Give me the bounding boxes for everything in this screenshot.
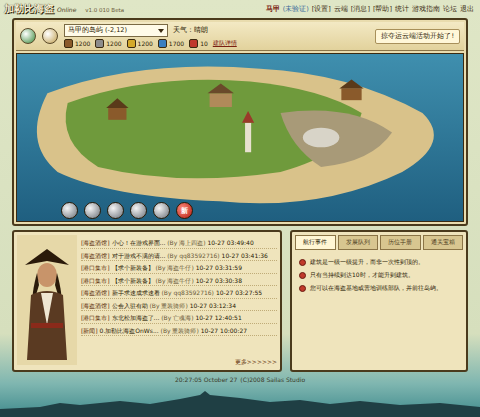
island-icon[interactable] bbox=[20, 28, 36, 44]
more-link[interactable]: 更多>>>>>> bbox=[81, 358, 277, 367]
logo-sub: Online bbox=[57, 6, 76, 13]
tip: 您可以在海盗基地或营地训练部队，并前往岛屿。 bbox=[299, 284, 459, 292]
tip-list: 建筑是一级一级提升，而非一次性到顶的。只有当持续到达10时，才能升到建筑。您可以… bbox=[295, 250, 463, 292]
version: v1.0 010 Beta bbox=[85, 7, 124, 13]
map-button[interactable]: 新 bbox=[176, 202, 193, 219]
toolbar: 马甲的岛屿 (-2,12) 天气：晴朗 1200 1200 1200 1700 10 建队详情… bbox=[16, 22, 464, 51]
top-link[interactable]: 云端 bbox=[334, 5, 348, 14]
weather: 天气：晴朗 bbox=[173, 26, 208, 35]
user-links: 马甲(未验证)[设置]云端[消息][帮助]统计游戏指南论坛退出 bbox=[266, 5, 474, 14]
footer: 20:27:05 October 27(C)2008 Sailas Studio bbox=[0, 372, 480, 383]
top-link[interactable]: [消息] bbox=[351, 5, 370, 14]
message-row[interactable]: [海盗酒馆] 公会入驻有助 (By 重装骑师) 10-27 03:12:34 bbox=[81, 302, 277, 312]
message-row[interactable]: [港口集市] 东北松加海盗了... (By 亡魂海) 10-27 12:40:5… bbox=[81, 314, 277, 324]
resource-icon bbox=[127, 39, 136, 48]
map-button[interactable] bbox=[107, 202, 124, 219]
top-link[interactable]: [设置] bbox=[312, 5, 331, 14]
top-link[interactable]: 退出 bbox=[460, 5, 474, 14]
toolbar-info: 马甲的岛屿 (-2,12) 天气：晴朗 1200 1200 1200 1700 10 建队详情 bbox=[64, 24, 237, 48]
map-button[interactable] bbox=[153, 202, 170, 219]
island-map bbox=[17, 54, 463, 221]
message-row[interactable]: [港口集市] 【求个新装备】 (By 海盗牛仔) 10-27 03:31:59 bbox=[81, 264, 277, 274]
user-name[interactable]: 马甲 bbox=[266, 5, 280, 14]
tip: 只有当持续到达10时，才能升到建筑。 bbox=[299, 271, 459, 279]
tip: 建筑是一级一级提升，而非一次性到顶的。 bbox=[299, 258, 459, 266]
message-row[interactable]: [新闻] 0.加勒比海盗OnWs... (By 重装骑师) 10-27 10:0… bbox=[81, 327, 277, 337]
notice[interactable]: 掠夺运云端活动开始了! bbox=[375, 29, 460, 44]
resource-icon bbox=[189, 39, 198, 48]
info-panel: 航行事件发展队列历位手册通关宝箱建筑是一级一级提升，而非一次性到顶的。只有当持续… bbox=[290, 230, 468, 372]
top-link[interactable]: [帮助] bbox=[373, 5, 392, 14]
resource: 1200 bbox=[64, 39, 90, 48]
compass-icon[interactable] bbox=[42, 28, 58, 44]
message-row[interactable]: [海盗酒馆] 新手求速成求速看 (By qq83592716) 10-27 03… bbox=[81, 289, 277, 299]
caret-icon bbox=[158, 29, 164, 33]
message-panel: [海盗酒馆] 小心！在游戏界面... (By 海上四盗) 10-27 03:49… bbox=[12, 230, 282, 372]
map-button[interactable] bbox=[61, 202, 78, 219]
tab[interactable]: 航行事件 bbox=[295, 235, 336, 250]
resource: 10 bbox=[189, 39, 208, 48]
top-bar: 加勒比海盗Online v1.0 010 Beta 马甲(未验证)[设置]云端[消息… bbox=[0, 0, 480, 18]
tab[interactable]: 发展队列 bbox=[338, 235, 379, 250]
resource: 1200 bbox=[95, 39, 121, 48]
tabs: 航行事件发展队列历位手册通关宝箱 bbox=[295, 235, 463, 250]
top-link[interactable]: 统计 bbox=[395, 5, 409, 14]
tip-icon bbox=[299, 285, 306, 292]
detail-link[interactable]: 建队详情 bbox=[213, 39, 237, 48]
resource: 1200 bbox=[127, 39, 153, 48]
resource-icon bbox=[64, 39, 73, 48]
map-button[interactable] bbox=[84, 202, 101, 219]
toolbar-row: 马甲的岛屿 (-2,12) 天气：晴朗 bbox=[64, 24, 237, 37]
top-link[interactable]: 游戏指南 bbox=[412, 5, 440, 14]
resource: 1700 bbox=[158, 39, 184, 48]
island-select[interactable]: 马甲的岛屿 (-2,12) bbox=[64, 24, 168, 37]
message-row[interactable]: [港口集市] 【求个新装备】 (By 海盗牛仔) 10-27 03:30:38 bbox=[81, 277, 277, 287]
tip-icon bbox=[299, 259, 306, 266]
message-row[interactable]: [海盗酒馆] 小心！在游戏界面... (By 海上四盗) 10-27 03:49… bbox=[81, 239, 277, 249]
logo-text: 加勒比海盗 bbox=[4, 2, 54, 16]
map-button[interactable] bbox=[130, 202, 147, 219]
resource-icon bbox=[95, 39, 104, 48]
map-view[interactable]: 新 bbox=[16, 53, 464, 222]
city-skyline-icon bbox=[0, 389, 480, 417]
logo: 加勒比海盗Online v1.0 010 Beta bbox=[4, 2, 124, 16]
top-link[interactable]: 论坛 bbox=[443, 5, 457, 14]
tab[interactable]: 通关宝箱 bbox=[423, 235, 464, 250]
main-frame: 马甲的岛屿 (-2,12) 天气：晴朗 1200 1200 1200 1700 10 建队详情… bbox=[12, 18, 468, 226]
map-buttons: 新 bbox=[61, 202, 193, 219]
user-status: (未验证) bbox=[283, 5, 309, 14]
game-page: 加勒比海盗Online v1.0 010 Beta 马甲(未验证)[设置]云端[消息… bbox=[0, 0, 480, 417]
message-list: [海盗酒馆] 小心！在游戏界面... (By 海上四盗) 10-27 03:49… bbox=[81, 235, 277, 367]
tab[interactable]: 历位手册 bbox=[380, 235, 421, 250]
tip-icon bbox=[299, 272, 306, 279]
resource-row: 1200 1200 1200 1700 10 建队详情 bbox=[64, 39, 237, 48]
message-row[interactable]: [海盗酒馆] 对于游戏不满的请... (By qq83592716) 10-27… bbox=[81, 252, 277, 262]
lower-panels: [海盗酒馆] 小心！在游戏界面... (By 海上四盗) 10-27 03:49… bbox=[12, 230, 468, 372]
resource-icon bbox=[158, 39, 167, 48]
pirate-portrait-icon bbox=[17, 235, 77, 365]
